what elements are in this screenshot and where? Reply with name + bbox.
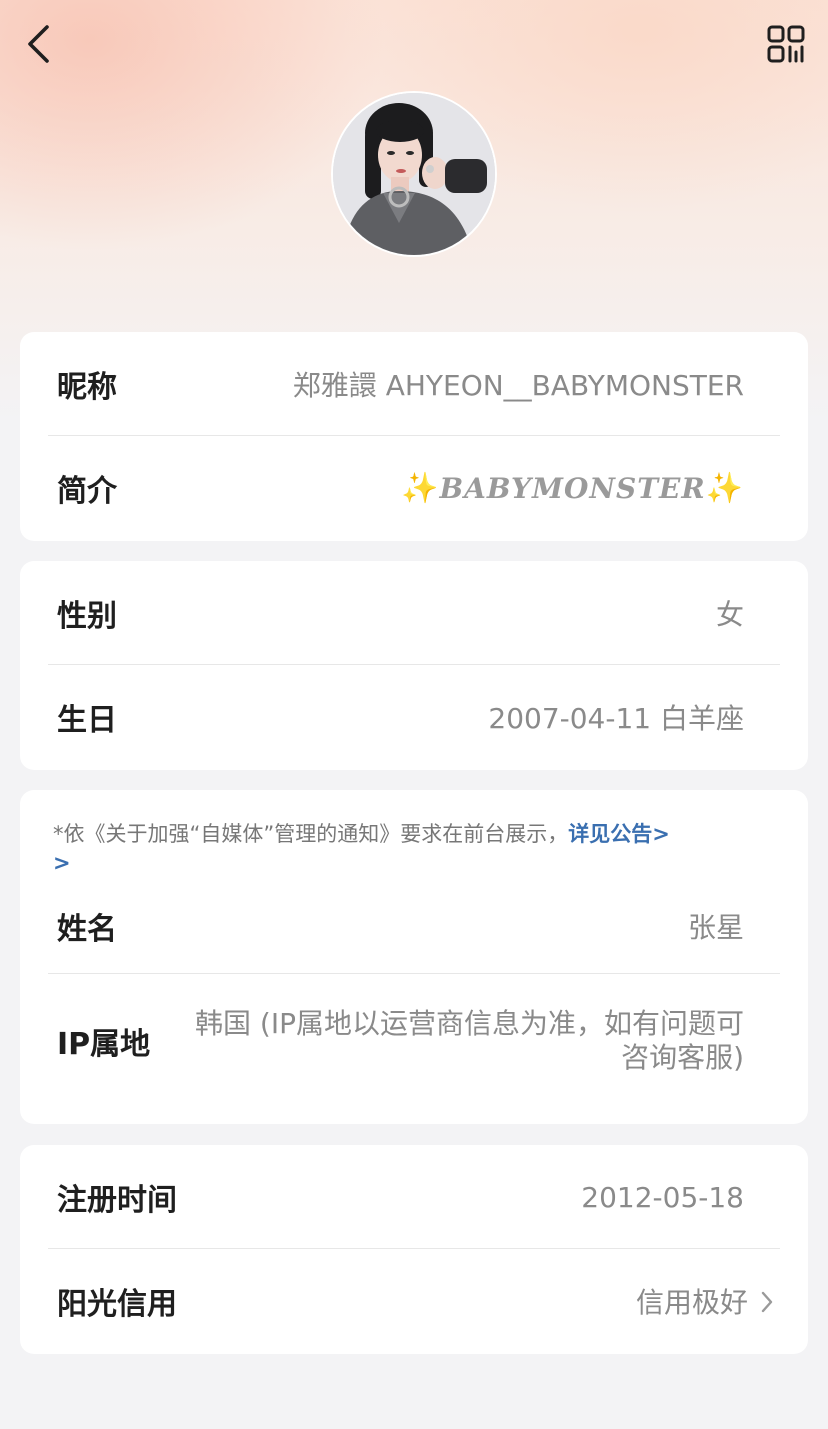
credit-rating-text: 信用极好 [635, 1286, 748, 1319]
card-personal-info: 性别 女 生日 2007-04-11 白羊座 [20, 561, 808, 770]
nickname-row[interactable]: 昵称 郑雅譞 AHYEON__BABYMONSTER [20, 332, 808, 436]
sunshine-credit-label: 阳光信用 [57, 1287, 177, 1322]
regulation-notice: *依《关于加强“自媒体”管理的通知》要求在前台展示，详见公告> > [20, 790, 808, 878]
name-value: 张星 [687, 911, 744, 944]
notice-link[interactable]: 详见公告> [568, 822, 670, 846]
gender-label: 性别 [57, 599, 117, 634]
name-row: 姓名 张星 [20, 878, 808, 974]
register-time-row: 注册时间 2012-05-18 [20, 1145, 808, 1249]
ip-location-value: 韩国 (IP属地以运营商信息为准，如有问题可咨询客服) [195, 1007, 744, 1074]
bio-row[interactable]: 简介 ✨ BABYMONSTER ✨ [20, 436, 808, 540]
back-chevron-icon [28, 25, 49, 63]
bio-label: 简介 [57, 474, 117, 509]
nickname-value: 郑雅譞 AHYEON__BABYMONSTER [292, 369, 744, 402]
birthday-label: 生日 [57, 703, 117, 738]
gender-value: 女 [715, 598, 744, 631]
gender-row[interactable]: 性别 女 [20, 561, 808, 665]
ip-location-row: IP属地 韩国 (IP属地以运营商信息为准，如有问题可咨询客服) [20, 974, 808, 1108]
sparkle-icon: ✨ [705, 470, 744, 506]
qr-code-button[interactable] [766, 24, 806, 64]
sunshine-credit-value: 信用极好 [636, 1281, 774, 1321]
bio-text: BABYMONSTER [439, 471, 706, 505]
card-account-info: 注册时间 2012-05-18 阳光信用 信用极好 [20, 1145, 808, 1354]
bio-value: ✨ BABYMONSTER ✨ [401, 471, 744, 506]
ip-location-label: IP属地 [57, 1027, 151, 1062]
sparkle-icon: ✨ [401, 470, 440, 506]
avatar[interactable] [331, 91, 497, 257]
birthday-row[interactable]: 生日 2007-04-11 白羊座 [20, 665, 808, 769]
register-time-label: 注册时间 [57, 1183, 177, 1218]
back-button[interactable] [18, 22, 58, 66]
sunshine-credit-row[interactable]: 阳光信用 信用极好 [20, 1249, 808, 1353]
birthday-value: 2007-04-11 白羊座 [488, 702, 744, 735]
notice-text: *依《关于加强“自媒体”管理的通知》要求在前台展示， [53, 822, 569, 846]
name-label: 姓名 [57, 912, 117, 947]
qr-code-icon [767, 25, 805, 63]
card-basic-info: 昵称 郑雅譞 AHYEON__BABYMONSTER 简介 ✨ BABYMONS… [20, 332, 808, 541]
avatar-photo [333, 93, 495, 255]
notice-link-tail[interactable]: > [53, 851, 71, 875]
card-identity-info: *依《关于加强“自媒体”管理的通知》要求在前台展示，详见公告> > 姓名 张星 … [20, 790, 808, 1124]
register-time-value: 2012-05-18 [581, 1180, 744, 1214]
chevron-right-icon [760, 1288, 774, 1321]
nickname-label: 昵称 [57, 370, 117, 405]
